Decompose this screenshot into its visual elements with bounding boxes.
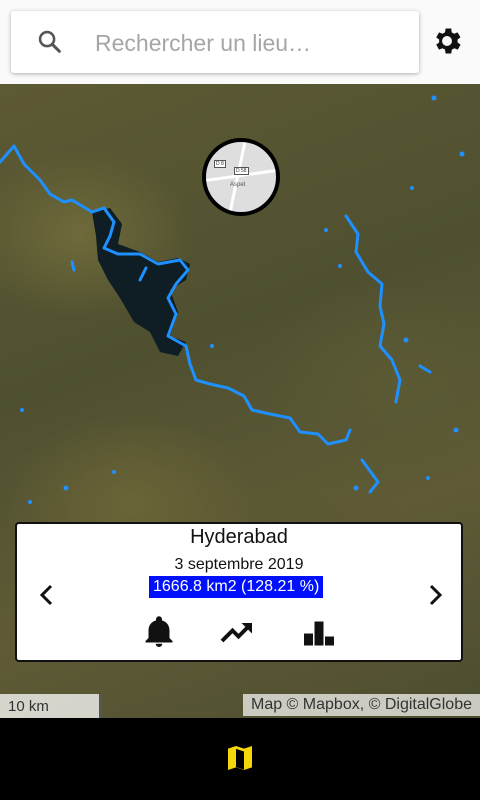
search-input[interactable] (93, 25, 407, 61)
tributary-c (418, 364, 432, 374)
river-main (0, 144, 94, 214)
map-scale: 10 km (0, 694, 102, 718)
river-south (360, 458, 380, 494)
search-box[interactable] (11, 11, 419, 73)
map-icon[interactable] (224, 742, 256, 774)
road-shield: D 8 (214, 160, 226, 168)
locator-minimap[interactable]: D 8 D 58 Aspet (202, 138, 280, 216)
locator-place-label: Aspet (230, 182, 246, 188)
scale-label: 10 km (8, 698, 49, 715)
tributary-a (70, 260, 76, 272)
attribution-text: Map © Mapbox, © DigitalGlobe (250, 696, 472, 713)
place-name: Hyderabad (190, 526, 288, 548)
river-out (184, 344, 352, 446)
bar-chart-icon[interactable] (301, 614, 337, 650)
bottom-nav (0, 718, 480, 800)
area-value: 1666.8 km2 (128.21 %) (149, 576, 324, 598)
top-bar (0, 0, 480, 84)
chevron-left-icon[interactable] (35, 580, 59, 610)
water-info-card: Hyderabad 3 septembre 2019 1666.8 km2 (1… (15, 522, 463, 662)
chevron-right-icon[interactable] (423, 580, 447, 610)
map-attribution[interactable]: Map © Mapbox, © DigitalGlobe (242, 694, 480, 716)
gear-icon[interactable] (430, 24, 464, 58)
observation-date: 3 septembre 2019 (174, 556, 304, 573)
search-icon[interactable] (36, 28, 64, 56)
trending-up-icon[interactable] (219, 614, 255, 650)
reservoir (92, 208, 190, 356)
road-shield: D 58 (234, 167, 249, 175)
bell-icon[interactable] (141, 614, 177, 650)
river-east (344, 214, 402, 404)
